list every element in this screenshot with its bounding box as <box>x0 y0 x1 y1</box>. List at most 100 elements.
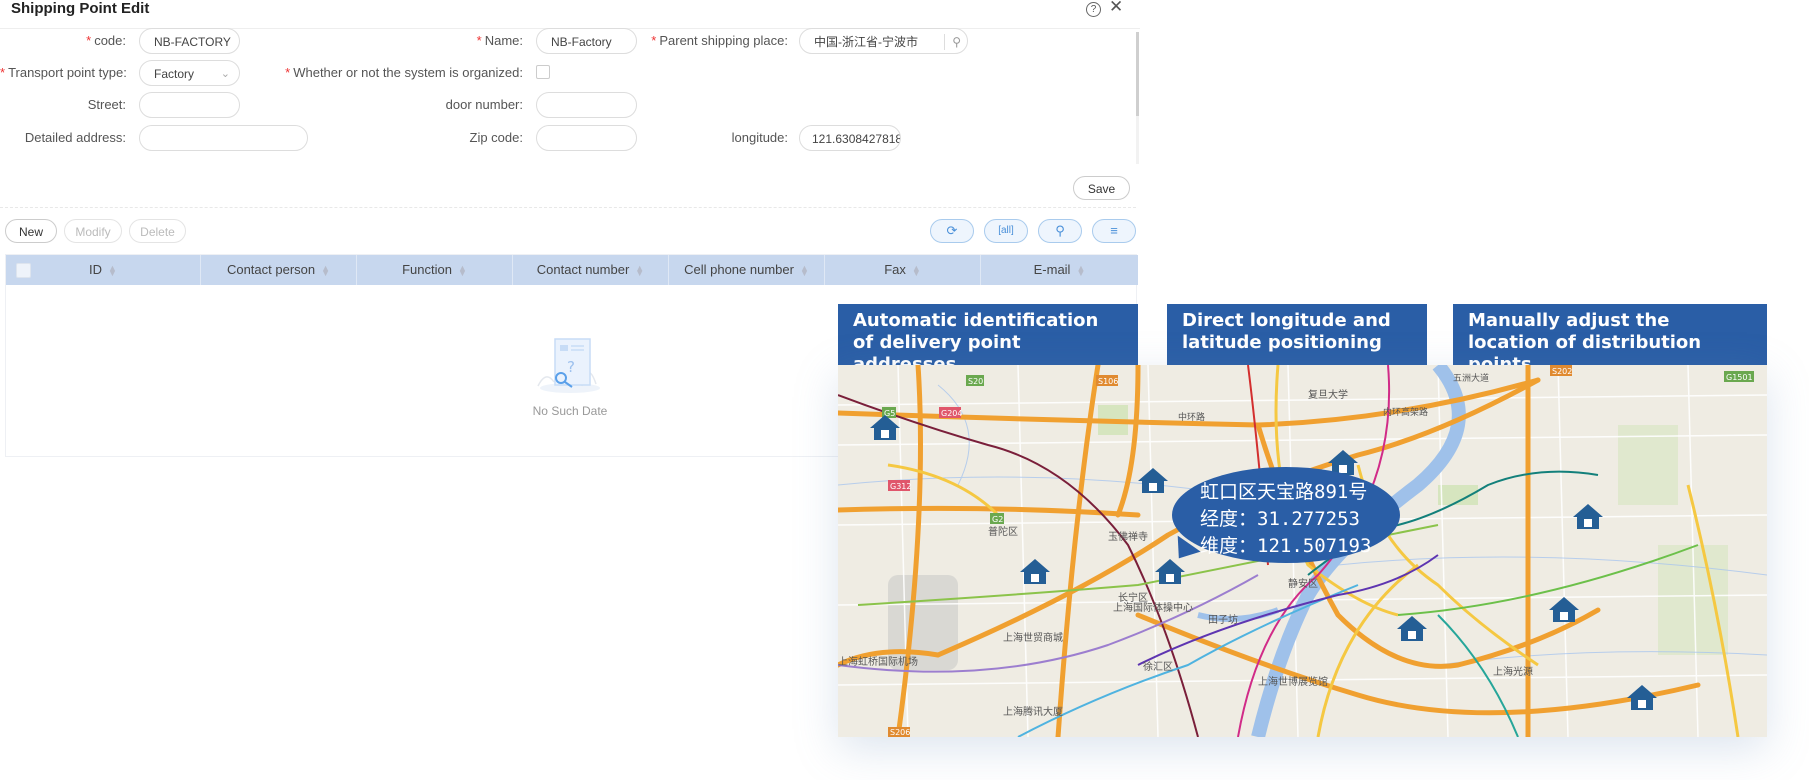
delivery-point-house-icon[interactable] <box>1395 614 1429 642</box>
address-callout: 虹口区天宝路891号 经度：31.277253 维度：121.507193 <box>1172 467 1400 563</box>
transport-type-value: Factory <box>154 67 195 81</box>
column-header-contact-number[interactable]: Contact number ▲ ▼ <box>513 255 669 285</box>
highway-label: G312 <box>890 482 911 491</box>
advanced-search-button[interactable]: ≡ <box>1092 219 1136 243</box>
detailed-address-input[interactable] <box>139 125 308 151</box>
map-label: 上海世博展览馆 <box>1258 675 1328 688</box>
question-circle-icon[interactable]: ? <box>1086 2 1101 17</box>
parent-place-label: * Parent shipping place: <box>651 33 788 48</box>
table-header: ID ▲ ▼ Contact person ▲ ▼ Function ▲ ▼ Contact… <box>6 255 1138 285</box>
callout-address: 虹口区天宝路891号 <box>1200 481 1368 503</box>
longitude-label: longitude: <box>731 130 788 145</box>
zip-code-label: Zip code: <box>469 130 523 145</box>
save-button[interactable]: Save <box>1073 176 1130 200</box>
new-button[interactable]: New <box>5 219 57 243</box>
close-icon[interactable]: ✕ <box>1109 0 1123 15</box>
parent-place-value: 中国-浙江省-宁波市 <box>814 35 918 49</box>
delivery-point-house-icon[interactable] <box>868 413 902 441</box>
map-label: 上海腾讯大厦 <box>1003 705 1063 718</box>
airport-area <box>888 575 958 670</box>
delivery-point-house-icon[interactable] <box>1547 595 1581 623</box>
map-label: 上海虹桥国际机场 <box>838 655 918 668</box>
map-label: 田子坊 <box>1208 613 1238 626</box>
transport-type-label: * Transport point type: <box>0 65 127 80</box>
sort-icon: ▲ ▼ <box>799 262 809 278</box>
empty-data-icon: ? <box>537 338 600 393</box>
feature-banner-coordinate-positioning: Direct longitude and latitude positionin… <box>1167 304 1427 365</box>
highway-label: G2 <box>992 515 1003 524</box>
highway-label: S206 <box>890 728 910 737</box>
sort-icon: ▲ ▼ <box>911 262 921 278</box>
input-separator <box>944 34 945 50</box>
column-header-fax[interactable]: Fax ▲ ▼ <box>825 255 981 285</box>
longitude-input[interactable]: 121.6308427818 <box>799 125 901 151</box>
code-label: * code: <box>86 33 126 48</box>
sort-icon: ▲ ▼ <box>457 262 467 278</box>
code-input[interactable]: NB-FACTORY <box>139 28 240 54</box>
highway-label: S106 <box>1098 377 1118 386</box>
parent-place-input[interactable]: 中国-浙江省-宁波市 ⚲ <box>799 28 968 54</box>
feature-banner-manual-adjust: Manually adjust the location of distribu… <box>1453 304 1767 375</box>
advanced-search-icon: ≡ <box>1110 223 1118 238</box>
map-label: 普陀区 <box>988 525 1018 538</box>
name-label: * Name: <box>476 33 523 48</box>
door-number-label: door number: <box>445 97 523 112</box>
highway-label: S202 <box>1552 367 1572 376</box>
map-label: 上海世贸商城 <box>1003 631 1063 644</box>
delete-button[interactable]: Delete <box>129 219 186 243</box>
form-scrollbar[interactable] <box>1136 32 1139 164</box>
zip-code-input[interactable] <box>536 125 637 151</box>
map-label: 玉佛禅寺 <box>1108 530 1148 543</box>
section-divider <box>0 207 1136 208</box>
street-label: Street: <box>87 97 126 112</box>
delivery-point-house-icon[interactable] <box>1018 557 1052 585</box>
chevron-down-icon: ⌄ <box>220 68 230 80</box>
search-button[interactable]: ⚲ <box>1038 219 1082 243</box>
map-label: 上海光源 <box>1493 665 1533 678</box>
column-header-contact-person[interactable]: Contact person ▲ ▼ <box>201 255 357 285</box>
highway-label: G1501 <box>1726 373 1753 382</box>
name-input[interactable]: NB-Factory <box>536 28 637 54</box>
map-label: 中环路 <box>1178 411 1205 423</box>
sort-icon: ▲ ▼ <box>108 262 117 278</box>
svg-text:?: ? <box>567 358 575 376</box>
system-organized-checkbox[interactable] <box>536 65 550 79</box>
shipping-point-form: * code: NB-FACTORY * Name: NB-Factory * Par… <box>0 28 1136 168</box>
map-label: 五洲大道 <box>1453 372 1489 384</box>
callout-longitude: 经度：31.277253 <box>1200 508 1360 530</box>
sort-icon: ▲ ▼ <box>635 262 645 278</box>
callout-latitude: 维度：121.507193 <box>1200 535 1372 557</box>
delivery-point-house-icon[interactable] <box>1625 683 1659 711</box>
map-label: 静安区 <box>1288 577 1318 590</box>
transport-type-select[interactable]: Factory ⌄ <box>139 60 240 86</box>
map-label: 上海国际体操中心 <box>1113 601 1193 614</box>
feature-banner-auto-identification: Automatic identification of delivery poi… <box>838 304 1138 375</box>
delivery-point-house-icon[interactable] <box>1136 466 1170 494</box>
column-header-email[interactable]: E-mail ▲ ▼ <box>981 255 1138 285</box>
detailed-address-label: Detailed address: <box>24 130 126 145</box>
column-header-cell-phone[interactable]: Cell phone number ▲ ▼ <box>669 255 825 285</box>
sort-icon: ▲ ▼ <box>321 262 331 278</box>
search-icon[interactable]: ⚲ <box>952 29 961 53</box>
dialog-header: Shipping Point Edit ? ✕ <box>0 0 1140 29</box>
map-label: 徐汇区 <box>1143 660 1173 673</box>
map-label: 复旦大学 <box>1308 388 1348 401</box>
column-settings-icon: [all] <box>998 225 1014 236</box>
door-number-input[interactable] <box>536 92 637 118</box>
dialog-title: Shipping Point Edit <box>11 0 150 17</box>
column-header-function[interactable]: Function ▲ ▼ <box>357 255 513 285</box>
refresh-icon: ⟳ <box>946 223 958 238</box>
map-label: 内环高架路 <box>1383 406 1428 418</box>
sort-icon: ▲ ▼ <box>1076 262 1086 278</box>
column-header-id[interactable]: ID ▲ ▼ <box>6 255 201 285</box>
scrollbar-thumb[interactable] <box>1136 32 1139 116</box>
system-organized-label: * Whether or not the system is organized: <box>285 65 523 80</box>
delivery-point-house-icon[interactable] <box>1571 502 1605 530</box>
modify-button[interactable]: Modify <box>64 219 122 243</box>
empty-data-text: No Such Date <box>532 404 608 418</box>
refresh-button[interactable]: ⟳ <box>930 219 974 243</box>
highway-label: S20 <box>968 377 983 386</box>
highway-label: G204 <box>941 409 962 418</box>
street-input[interactable] <box>139 92 240 118</box>
column-settings-button[interactable]: [all] <box>984 219 1028 243</box>
